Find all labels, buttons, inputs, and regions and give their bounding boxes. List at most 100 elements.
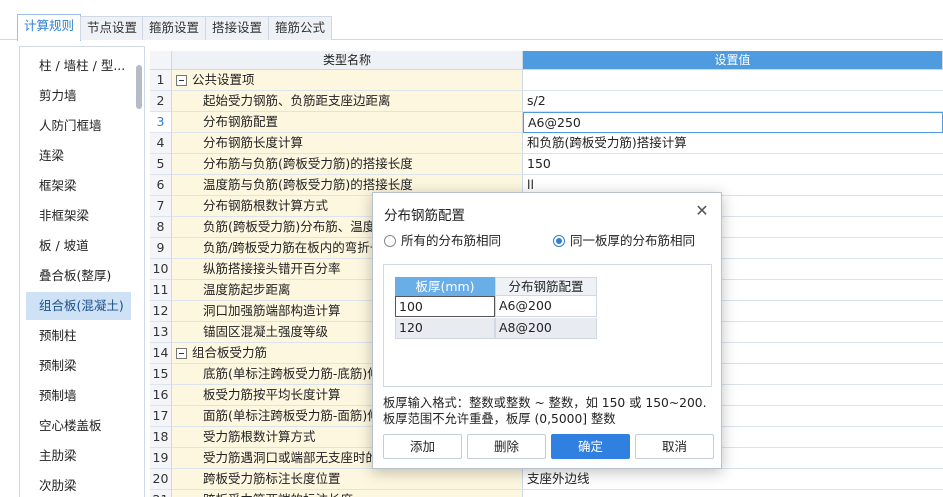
grid-header-value: 设置值 [523,51,943,70]
thickness-cell[interactable]: 120 [395,318,495,339]
row-name-text: 底筋(单标注跨板受力筋-底筋)伸 [203,366,380,381]
row-name-text: 温度筋与负筋(跨板受力筋)的搭接长度 [203,177,413,192]
row-value[interactable]: 支座外边线 [523,469,943,490]
delete-button[interactable]: 删除 [467,434,546,459]
row-name-text: 分布钢筋根数计算方式 [203,198,329,213]
row-value[interactable]: A6@250 [523,112,943,133]
row-number: 11 [150,280,172,301]
row-number: 9 [150,238,172,259]
component-type-list: 柱 / 墙柱 / 型... 剪力墙 人防门框墙 连梁 框架梁 非框架梁板 / 坡道 叠合板(… [19,46,145,497]
row-name-text: 面筋(单标注跨板受力筋-面筋)伸 [203,408,380,423]
grid-header-num [150,51,172,70]
row-name[interactable]: 分布钢筋配置 [172,112,523,133]
row-name[interactable]: 公共设置项 [172,70,523,91]
sidebar-item[interactable]: 预制墙 [26,382,131,410]
row-number: 19 [150,448,172,469]
table-row[interactable]: 2 起始受力钢筋、负筋距支座边距离 s/2 [150,91,943,112]
row-number: 6 [150,175,172,196]
cancel-button[interactable]: 取消 [635,434,714,459]
row-number: 4 [150,133,172,154]
table-row[interactable]: 20 跨板受力筋标注长度位置 支座外边线 [150,469,943,490]
row-name[interactable]: 跨板受力筋两端的标注长度 [172,490,523,497]
row-number: 5 [150,154,172,175]
radio-circle-icon[interactable] [384,235,396,247]
row-name-text: 温度筋起步距离 [203,282,291,297]
tab-lap-settings[interactable]: 搭接设置 [205,16,270,40]
row-name-text: 锚固区混凝土强度等级 [203,324,329,339]
row-name-text: 负筋/跨板受力筋在板内的弯折长 [203,240,383,255]
sidebar-item[interactable]: 柱 / 墙柱 / 型... [26,52,131,80]
config-cell[interactable]: A8@200 [495,318,597,339]
sidebar-item[interactable]: 次肋梁 [26,472,131,497]
row-value[interactable] [523,490,943,497]
row-number: 14 [150,343,172,364]
table-row[interactable]: 1 公共设置项 [150,70,943,91]
table-row[interactable]: 4 分布钢筋长度计算 和负筋(跨板受力筋)搭接计算 [150,133,943,154]
row-number: 21 [150,490,172,497]
row-name-text: 分布钢筋配置 [203,114,279,129]
sidebar-item[interactable]: 板 / 坡道 [26,232,131,260]
sidebar-item[interactable]: 连梁 [26,142,131,170]
radio-all-same-label: 所有的分布筋相同 [401,233,502,248]
row-name[interactable]: 跨板受力筋标注长度位置 [172,469,523,490]
sidebar-item[interactable]: 非框架梁 [26,202,131,230]
row-number: 3 [150,112,172,133]
tab-node-settings[interactable]: 节点设置 [80,16,145,40]
row-value[interactable]: 和负筋(跨板受力筋)搭接计算 [523,133,943,154]
close-icon[interactable]: ✕ [693,202,711,220]
thickness-config-table: 板厚(mm) 分布钢筋配置 100 A6@200 120 A8@200 [383,264,712,387]
sidebar-item[interactable]: 空心楼盖板 [26,412,131,440]
row-name-text: 板受力筋按平均长度计算 [203,387,341,402]
table-row[interactable]: 21 跨板受力筋两端的标注长度 [150,490,943,497]
sidebar-item[interactable]: 叠合板(整厚) [26,262,131,290]
row-name[interactable]: 起始受力钢筋、负筋距支座边距离 [172,91,523,112]
tab-calc-rules[interactable]: 计算规则 [17,14,82,41]
row-name[interactable]: 分布钢筋长度计算 [172,133,523,154]
row-number: 7 [150,196,172,217]
distribution-rebar-dialog: 分布钢筋配置 ✕ 所有的分布筋相同 同一板厚的分布筋相同 板厚(mm) 分布钢筋… [372,192,722,469]
dialog-title: 分布钢筋配置 [384,208,465,224]
nav-scrollbar[interactable] [136,65,142,109]
row-name-text: 受力筋根数计算方式 [203,429,316,444]
collapse-icon[interactable] [176,348,187,359]
row-value[interactable] [523,70,943,91]
ok-button[interactable]: 确定 [551,434,630,459]
sidebar-item[interactable]: 组合板(混凝土) [26,292,131,320]
sidebar-item[interactable]: 人防门框墙 [26,112,131,140]
top-tab-strip: 计算规则 节点设置 箍筋设置 搭接设置 箍筋公式 [0,0,943,41]
tab-stirrup-settings[interactable]: 箍筋设置 [142,16,207,40]
table-header-thickness[interactable]: 板厚(mm) [395,277,495,296]
sidebar-item[interactable]: 框架梁 [26,172,131,200]
row-name-text: 洞口加强筋端部构造计算 [203,303,341,318]
table-header-config[interactable]: 分布钢筋配置 [495,277,597,296]
row-value[interactable]: s/2 [523,91,943,112]
row-name-text: 起始受力钢筋、负筋距支座边距离 [203,93,391,108]
row-name-text: 分布钢筋长度计算 [203,135,304,150]
grid-header: 类型名称 设置值 [150,51,943,70]
config-cell[interactable]: A6@200 [495,296,597,317]
row-number: 12 [150,301,172,322]
row-name-text: 纵筋搭接接头错开百分率 [203,261,341,276]
row-name[interactable]: 分布筋与负筋(跨板受力筋)的搭接长度 [172,154,523,175]
sidebar-item[interactable]: 预制梁 [26,352,131,380]
table-row[interactable]: 5 分布筋与负筋(跨板受力筋)的搭接长度 150 [150,154,943,175]
row-number: 15 [150,364,172,385]
row-number: 18 [150,427,172,448]
row-number: 17 [150,406,172,427]
add-button[interactable]: 添加 [383,434,462,459]
sidebar-item[interactable]: 预制柱 [26,322,131,350]
row-value[interactable]: 150 [523,154,943,175]
collapse-icon[interactable] [176,75,187,86]
hint-line-1: 板厚输入格式：整数或整数 ~ 整数，如 150 或 150~200. [383,396,707,410]
row-number: 13 [150,322,172,343]
radio-circle-icon[interactable] [553,235,565,247]
hint-line-2: 板厚范围不允许重叠，板厚 (0,5000] 整数 [383,412,616,426]
row-name-text: 公共设置项 [192,72,255,87]
row-number: 20 [150,469,172,490]
row-name-text: 负筋(跨板受力筋)分布筋、温度筋 [203,219,388,234]
table-row[interactable]: 3 分布钢筋配置 A6@250 [150,112,943,133]
thickness-input[interactable]: 100 [395,296,495,317]
sidebar-item[interactable]: 主肋梁 [26,442,131,470]
sidebar-item[interactable]: 剪力墙 [26,82,131,110]
tab-stirrup-formula[interactable]: 箍筋公式 [268,16,333,40]
